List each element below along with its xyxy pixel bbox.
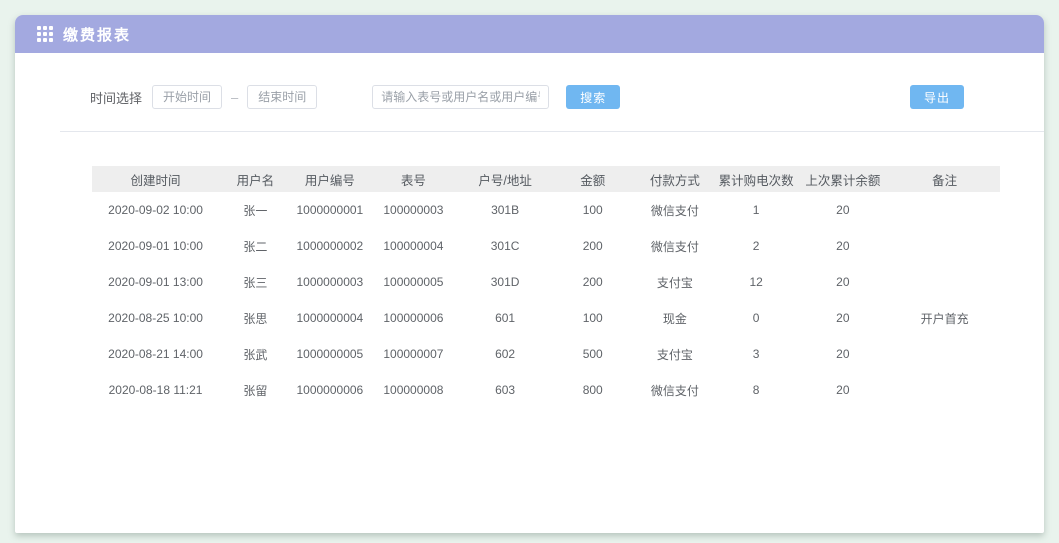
table-cell: 微信支付 — [634, 192, 716, 228]
table-cell: 301B — [459, 192, 552, 228]
export-button[interactable]: 导出 — [910, 85, 964, 109]
column-header: 户号/地址 — [459, 166, 552, 192]
column-header: 创建时间 — [92, 166, 219, 192]
table-row: 2020-08-21 14:00张武1000000005100000007602… — [92, 336, 1000, 372]
table-cell — [889, 228, 1000, 264]
table-cell: 301D — [459, 264, 552, 300]
table-cell: 2020-09-01 10:00 — [92, 228, 219, 264]
grid-icon — [37, 26, 53, 42]
page-title: 缴费报表 — [63, 24, 131, 45]
table-cell: 601 — [459, 300, 552, 336]
table-cell: 12 — [716, 264, 797, 300]
divider — [60, 131, 1044, 132]
table-cell: 3 — [716, 336, 797, 372]
table-cell: 100000005 — [368, 264, 459, 300]
table-row: 2020-08-25 10:00张思1000000004100000006601… — [92, 300, 1000, 336]
start-time-input[interactable] — [152, 85, 222, 109]
table-cell — [889, 372, 1000, 408]
column-header: 备注 — [889, 166, 1000, 192]
table-cell: 张二 — [219, 228, 292, 264]
column-header: 金额 — [551, 166, 634, 192]
table-cell: 602 — [459, 336, 552, 372]
table-cell: 100 — [551, 300, 634, 336]
table-cell: 20 — [797, 264, 890, 300]
table-cell: 2020-09-01 13:00 — [92, 264, 219, 300]
table-cell: 20 — [797, 228, 890, 264]
table-cell — [889, 336, 1000, 372]
search-button[interactable]: 搜索 — [566, 85, 620, 109]
table-cell: 微信支付 — [634, 228, 716, 264]
table-cell: 张三 — [219, 264, 292, 300]
titlebar: 缴费报表 — [15, 15, 1044, 53]
table-row: 2020-09-01 13:00张三1000000003100000005301… — [92, 264, 1000, 300]
table-body: 2020-09-02 10:00张一1000000001100000003301… — [92, 192, 1000, 408]
table-cell: 500 — [551, 336, 634, 372]
table-cell: 1 — [716, 192, 797, 228]
report-table: 创建时间用户名用户编号表号户号/地址金额付款方式累计购电次数上次累计余额备注 2… — [92, 166, 1000, 408]
table-cell: 20 — [797, 300, 890, 336]
column-header: 表号 — [368, 166, 459, 192]
table-cell: 800 — [551, 372, 634, 408]
table-cell — [889, 264, 1000, 300]
table-cell: 20 — [797, 336, 890, 372]
table-cell: 100000003 — [368, 192, 459, 228]
table-cell: 100 — [551, 192, 634, 228]
column-header: 用户编号 — [292, 166, 368, 192]
table-cell: 301C — [459, 228, 552, 264]
column-header: 用户名 — [219, 166, 292, 192]
table-cell: 2 — [716, 228, 797, 264]
end-time-input[interactable] — [247, 85, 317, 109]
table-cell: 1000000001 — [292, 192, 368, 228]
table-cell: 1000000006 — [292, 372, 368, 408]
table-cell: 2020-09-02 10:00 — [92, 192, 219, 228]
date-range-separator: – — [231, 90, 238, 105]
column-header: 累计购电次数 — [716, 166, 797, 192]
table-cell: 现金 — [634, 300, 716, 336]
table-cell: 1000000002 — [292, 228, 368, 264]
table-cell: 100000007 — [368, 336, 459, 372]
table-cell: 100000004 — [368, 228, 459, 264]
table-cell: 2020-08-25 10:00 — [92, 300, 219, 336]
search-input[interactable] — [372, 85, 549, 109]
time-select-label: 时间选择 — [90, 88, 142, 107]
filter-bar: 时间选择 – 搜索 导出 — [90, 85, 1000, 109]
table-cell: 张留 — [219, 372, 292, 408]
table-cell: 100000006 — [368, 300, 459, 336]
table-cell: 603 — [459, 372, 552, 408]
table-cell: 200 — [551, 264, 634, 300]
table-cell: 1000000003 — [292, 264, 368, 300]
table-cell: 微信支付 — [634, 372, 716, 408]
table-cell: 张一 — [219, 192, 292, 228]
table-header-row: 创建时间用户名用户编号表号户号/地址金额付款方式累计购电次数上次累计余额备注 — [92, 166, 1000, 192]
table-cell: 200 — [551, 228, 634, 264]
table-cell: 0 — [716, 300, 797, 336]
table-cell: 100000008 — [368, 372, 459, 408]
column-header: 付款方式 — [634, 166, 716, 192]
report-card: 缴费报表 时间选择 – 搜索 导出 创建时间用户名用户编号表号户号/地址金额付款… — [15, 15, 1044, 533]
column-header: 上次累计余额 — [797, 166, 890, 192]
table-cell — [889, 192, 1000, 228]
table-cell: 2020-08-18 11:21 — [92, 372, 219, 408]
table-cell: 1000000005 — [292, 336, 368, 372]
table-cell: 2020-08-21 14:00 — [92, 336, 219, 372]
table-cell: 20 — [797, 372, 890, 408]
table-cell: 开户首充 — [889, 300, 1000, 336]
table-row: 2020-08-18 11:21张留1000000006100000008603… — [92, 372, 1000, 408]
table-cell: 1000000004 — [292, 300, 368, 336]
table-cell: 8 — [716, 372, 797, 408]
table-row: 2020-09-01 10:00张二1000000002100000004301… — [92, 228, 1000, 264]
table-cell: 20 — [797, 192, 890, 228]
table-row: 2020-09-02 10:00张一1000000001100000003301… — [92, 192, 1000, 228]
report-table-container: 创建时间用户名用户编号表号户号/地址金额付款方式累计购电次数上次累计余额备注 2… — [92, 166, 1000, 408]
table-cell: 张思 — [219, 300, 292, 336]
table-cell: 张武 — [219, 336, 292, 372]
table-cell: 支付宝 — [634, 264, 716, 300]
table-cell: 支付宝 — [634, 336, 716, 372]
